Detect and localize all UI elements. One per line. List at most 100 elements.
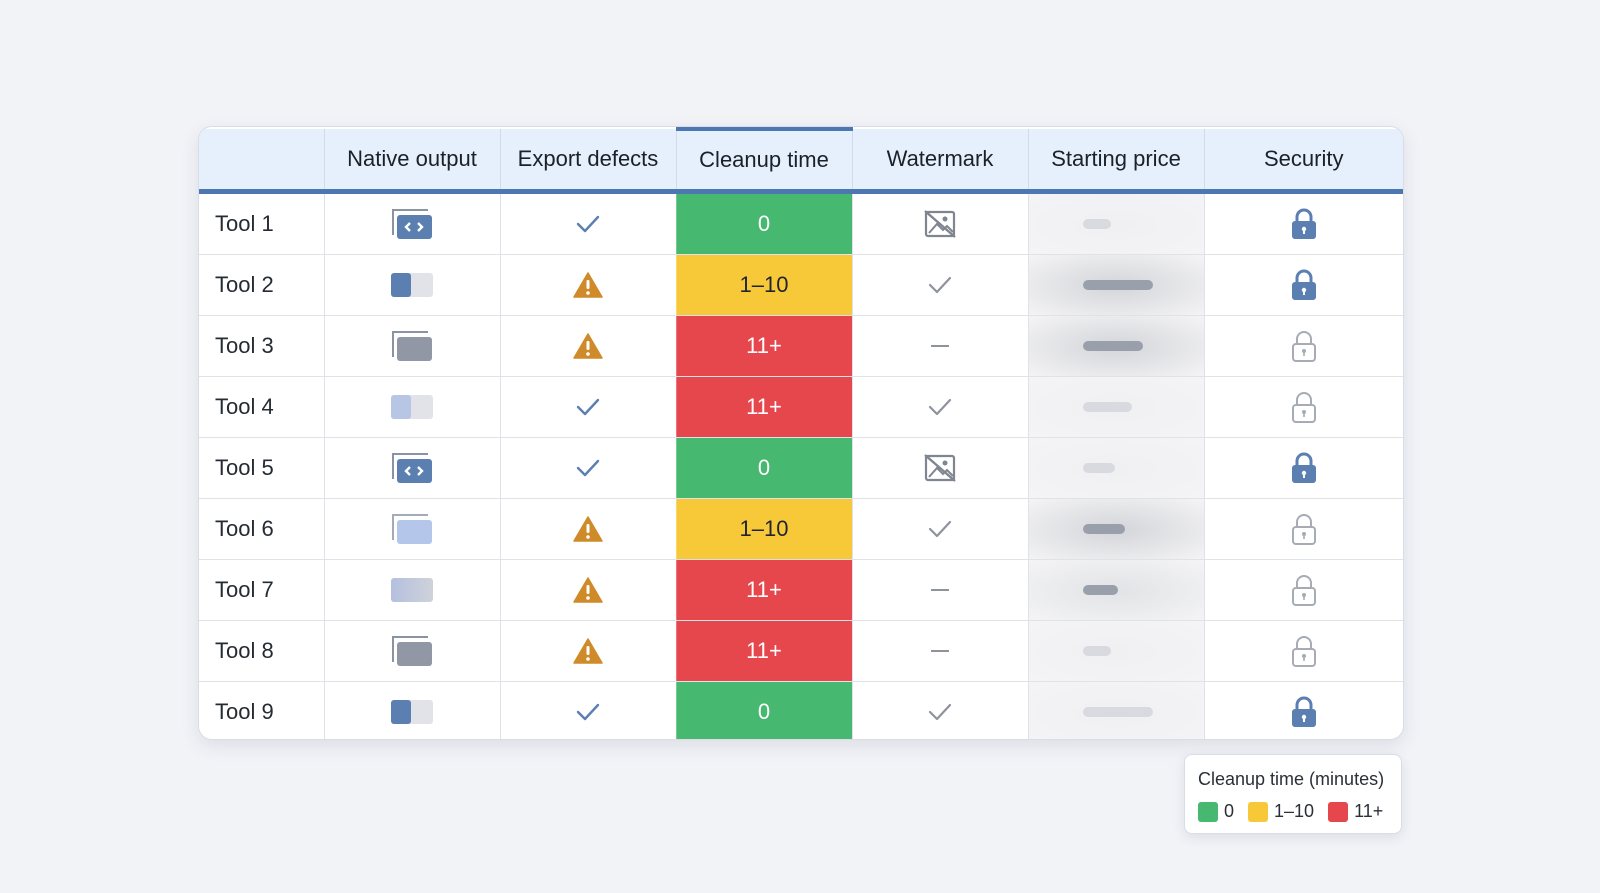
price-bar	[1082, 401, 1132, 412]
legend-items: 0 1–10 11+	[1198, 801, 1397, 822]
native-output-cell	[323, 620, 500, 682]
warning-icon	[573, 332, 603, 360]
export-defects-cell	[499, 254, 676, 316]
watermark-cell	[851, 681, 1028, 739]
cleanup-time-cell: 0	[675, 191, 852, 255]
tool-name-cell: Tool 9	[215, 699, 274, 724]
starting-price-cell	[1027, 254, 1204, 316]
toggle-dark-icon	[390, 271, 434, 299]
table-row[interactable]: Tool 4 11+	[199, 376, 1403, 438]
check-icon	[575, 457, 601, 479]
export-defects-cell	[499, 437, 676, 499]
watermark-cell	[851, 315, 1028, 377]
watermark-cell	[851, 498, 1028, 560]
toggle-light-icon	[390, 393, 434, 421]
price-bar	[1082, 340, 1143, 351]
legend-label: 1–10	[1274, 801, 1315, 821]
native-output-cell	[323, 376, 500, 438]
security-cell	[1203, 681, 1403, 739]
native-output-cell	[323, 315, 500, 377]
native-output-cell	[323, 191, 500, 255]
header-cleanup-time[interactable]: Cleanup time	[675, 127, 852, 194]
toggle-mid-icon	[390, 576, 434, 604]
cleanup-time-cell: 1–10	[675, 254, 852, 316]
table-row[interactable]: Tool 1 0	[199, 191, 1403, 255]
stack-gray-icon	[390, 634, 434, 668]
export-defects-cell	[499, 498, 676, 560]
export-defects-cell	[499, 559, 676, 621]
cleanup-time-cell: 11+	[675, 559, 852, 621]
security-cell	[1203, 498, 1403, 560]
price-bar	[1082, 706, 1153, 717]
watermark-cell	[851, 191, 1028, 255]
warning-icon	[573, 515, 603, 543]
unlock-icon	[1290, 573, 1318, 607]
header-watermark[interactable]: Watermark	[851, 129, 1028, 194]
export-defects-cell	[499, 191, 676, 255]
native-output-cell	[323, 681, 500, 739]
export-defects-cell	[499, 376, 676, 438]
check-icon	[927, 396, 953, 418]
starting-price-cell	[1027, 620, 1204, 682]
table-row[interactable]: Tool 3 11+	[199, 315, 1403, 377]
lock-icon	[1290, 268, 1318, 302]
check-icon	[927, 518, 953, 540]
cleanup-time-cell: 0	[675, 437, 852, 499]
starting-price-cell	[1027, 681, 1204, 739]
starting-price-cell	[1027, 498, 1204, 560]
price-bar	[1082, 462, 1115, 473]
legend-swatch	[1248, 801, 1269, 822]
export-defects-cell	[499, 315, 676, 377]
legend-label: 0	[1224, 801, 1235, 821]
legend-item: 11+	[1328, 801, 1383, 822]
cleanup-time-cell: 11+	[675, 620, 852, 682]
starting-price-cell	[1027, 559, 1204, 621]
check-icon	[575, 213, 601, 235]
legend-item: 0	[1198, 801, 1234, 822]
dash-icon	[929, 587, 951, 593]
native-output-cell	[323, 254, 500, 316]
tool-name-cell: Tool 3	[199, 315, 324, 377]
cleanup-time-cell: 11+	[675, 315, 852, 377]
table-row[interactable]: Tool 5 0	[199, 437, 1403, 499]
toggle-dark-icon	[390, 698, 434, 726]
security-cell	[1203, 191, 1403, 255]
security-cell	[1203, 254, 1403, 316]
native-output-cell	[323, 437, 500, 499]
price-bar	[1082, 218, 1111, 229]
table-row[interactable]: Tool 6 1–10	[199, 498, 1403, 560]
warning-icon	[573, 576, 603, 604]
header-starting-price[interactable]: Starting price	[1027, 129, 1204, 194]
tool-name-cell: Tool 5	[199, 437, 324, 499]
table-row[interactable]: Tool 7 11+	[199, 559, 1403, 621]
unlock-icon	[1290, 390, 1318, 424]
watermark-cell	[851, 376, 1028, 438]
table-row[interactable]: Tool 8 11+	[199, 620, 1403, 682]
native-output-cell	[323, 498, 500, 560]
price-bar	[1082, 584, 1118, 595]
table-row[interactable]: Tool 9 0	[199, 681, 1403, 739]
lock-icon	[1290, 207, 1318, 241]
legend-title: Cleanup time (minutes)	[1198, 769, 1385, 789]
stack-gray-icon	[390, 329, 434, 363]
tool-name-cell: Tool 4	[199, 376, 324, 438]
tool-name-cell: Tool 2	[199, 254, 324, 316]
header-row: Native output Export defects Cleanup tim…	[199, 127, 1403, 194]
legend-swatch	[1198, 801, 1218, 822]
stack-light-icon	[390, 512, 434, 546]
header-security[interactable]: Security	[1203, 129, 1403, 194]
watermark-cell	[851, 254, 1028, 316]
table-row[interactable]: Tool 2 1–10	[199, 254, 1403, 316]
cleanup-time-cell: 11+	[675, 376, 852, 438]
price-bar	[1082, 279, 1153, 290]
no-watermark-icon	[923, 209, 957, 239]
header-native-output[interactable]: Native output	[323, 129, 500, 194]
starting-price-cell	[1027, 376, 1204, 438]
lock-icon	[1290, 695, 1318, 729]
price-bar	[1082, 645, 1111, 656]
check-icon	[575, 396, 601, 418]
legend-item: 1–10	[1248, 801, 1314, 822]
export-defects-cell	[499, 681, 676, 739]
header-export-defects[interactable]: Export defects	[499, 129, 676, 194]
security-cell	[1203, 437, 1403, 499]
